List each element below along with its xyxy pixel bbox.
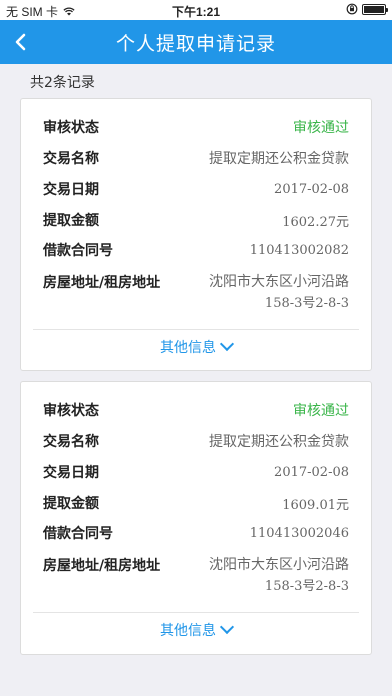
amount-row: 提取金额 1609.01元 <box>43 492 349 514</box>
trade-date-row: 交易日期 2017-02-08 <box>43 178 349 200</box>
address-value: 沈阳市大东区小河沿路 158-3号2-8-3 <box>209 554 349 598</box>
record-card: 审核状态 审核通过 交易名称 提取定期还公积金贷款 交易日期 2017-02-0… <box>20 381 372 655</box>
trade-name-value: 提取定期还公积金贷款 <box>209 434 349 450</box>
chevron-down-icon <box>219 619 235 635</box>
battery-icon <box>362 3 388 15</box>
trade-name-value: 提取定期还公积金贷款 <box>209 151 349 167</box>
amount-value: 1609.01元 <box>282 497 349 513</box>
chevron-down-icon <box>219 336 235 352</box>
address-line1: 沈阳市大东区小河沿路 <box>209 557 349 573</box>
address-line2: 158-3号2-8-3 <box>264 579 349 594</box>
trade-date-value: 2017-02-08 <box>274 181 349 197</box>
more-info-toggle[interactable]: 其他信息 <box>21 619 371 640</box>
amount-row: 提取金额 1602.27元 <box>43 209 349 231</box>
contract-row: 借款合同号 110413002046 <box>43 522 349 544</box>
page-title: 个人提取申请记录 <box>115 32 276 55</box>
orientation-lock-icon <box>346 3 358 15</box>
amount-label: 提取金额 <box>43 496 99 512</box>
record-count: 共2条记录 <box>30 75 95 91</box>
contract-label: 借款合同号 <box>43 526 113 542</box>
amount-label: 提取金额 <box>43 213 99 229</box>
trade-name-label: 交易名称 <box>43 151 99 167</box>
status-label: 审核状态 <box>43 403 99 419</box>
more-info-label: 其他信息 <box>160 340 216 356</box>
status-right <box>346 3 388 15</box>
contract-row: 借款合同号 110413002082 <box>43 239 349 261</box>
contract-value: 110413002046 <box>249 525 349 541</box>
amount-value: 1602.27元 <box>282 214 349 230</box>
divider <box>33 612 359 613</box>
trade-name-row: 交易名称 提取定期还公积金贷款 <box>43 147 349 169</box>
address-label: 房屋地址/租房地址 <box>43 558 161 574</box>
battery-fill <box>364 5 384 13</box>
record-card: 审核状态 审核通过 交易名称 提取定期还公积金贷款 交易日期 2017-02-0… <box>20 98 372 371</box>
more-info-toggle[interactable]: 其他信息 <box>21 336 371 357</box>
chevron-left-icon[interactable] <box>10 30 34 54</box>
trade-name-label: 交易名称 <box>43 434 99 450</box>
status-value: 审核通过 <box>293 403 349 419</box>
status-time: 下午1:21 <box>171 5 221 19</box>
address-line2: 158-3号2-8-3 <box>264 296 349 311</box>
status-row: 审核状态 审核通过 <box>43 116 349 138</box>
status-row: 审核状态 审核通过 <box>43 399 349 421</box>
nav-bar: 个人提取申请记录 <box>0 20 392 64</box>
address-label: 房屋地址/租房地址 <box>43 275 161 291</box>
contract-label: 借款合同号 <box>43 243 113 259</box>
contract-value: 110413002082 <box>249 242 349 258</box>
trade-date-row: 交易日期 2017-02-08 <box>43 461 349 483</box>
trade-date-label: 交易日期 <box>43 182 99 198</box>
trade-date-value: 2017-02-08 <box>274 464 349 480</box>
more-info-label: 其他信息 <box>160 623 216 639</box>
trade-name-row: 交易名称 提取定期还公积金贷款 <box>43 430 349 452</box>
trade-date-label: 交易日期 <box>43 465 99 481</box>
address-value: 沈阳市大东区小河沿路 158-3号2-8-3 <box>209 271 349 315</box>
status-value: 审核通过 <box>293 120 349 136</box>
address-line1: 沈阳市大东区小河沿路 <box>209 274 349 290</box>
divider <box>33 329 359 330</box>
status-bar: 无 SIM 卡 下午1:21 <box>0 0 392 20</box>
status-label: 审核状态 <box>43 120 99 136</box>
